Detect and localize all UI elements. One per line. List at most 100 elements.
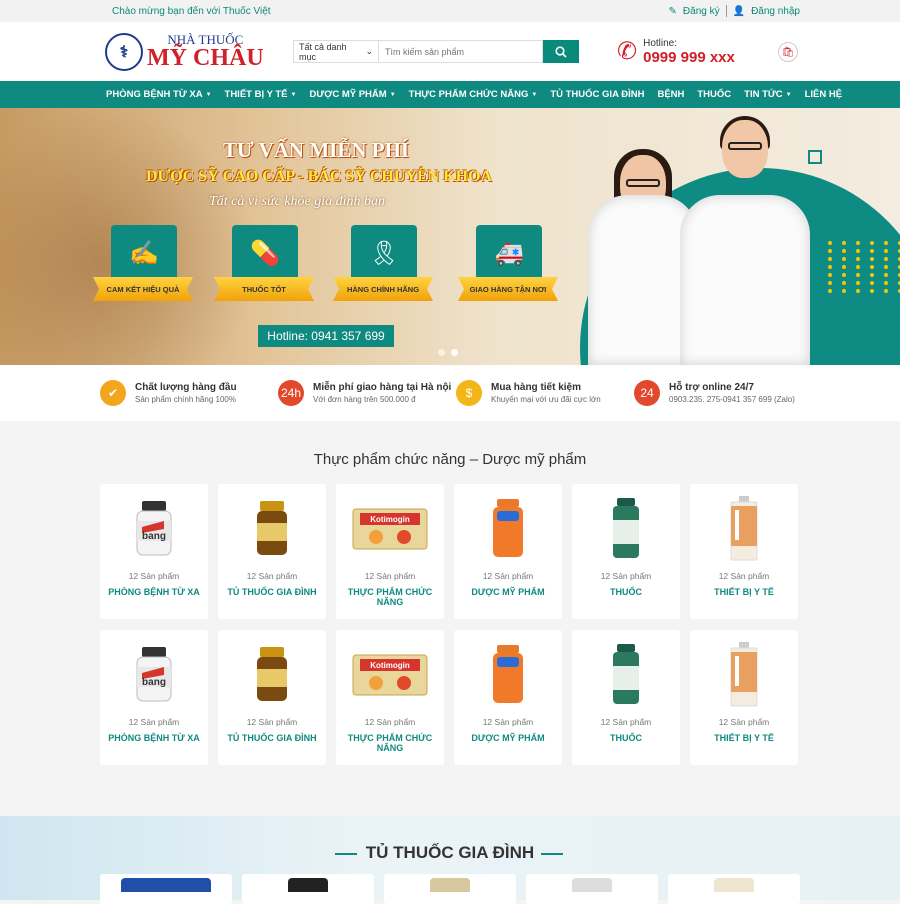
- category-name[interactable]: DƯỢC MỸ PHẨM: [471, 733, 544, 743]
- delivery-24h-icon: 24h: [278, 380, 304, 406]
- pill-icon: 💊: [232, 225, 298, 281]
- nav-item-tu-thuoc[interactable]: TỦ THUỐC GIA ĐÌNH: [550, 89, 644, 100]
- slider-dot[interactable]: [438, 349, 445, 356]
- category-section: Thực phẩm chức năng – Dược mỹ phẩm bang 1…: [0, 421, 900, 765]
- login-link[interactable]: Đăng nhập: [751, 6, 800, 17]
- category-card[interactable]: 12 Sản phẩm DƯỢC MỸ PHẨM: [454, 484, 562, 619]
- category-card[interactable]: 12 Sản phẩm TỦ THUỐC GIA ĐÌNH: [218, 484, 326, 619]
- product-image[interactable]: [454, 636, 562, 714]
- product-image[interactable]: Kotimogin: [336, 490, 444, 568]
- dot-grid-decoration: [828, 241, 900, 293]
- product-image[interactable]: [690, 636, 798, 714]
- logo-line2: MỸ CHÂU: [147, 45, 264, 71]
- section-title: Thực phẩm chức năng – Dược mỹ phẩm: [313, 451, 587, 468]
- category-card[interactable]: Kotimogin 12 Sản phẩm THỰC PHẨM CHỨC NĂNG: [336, 484, 444, 619]
- nav-item-duoc-my-pham[interactable]: DƯỢC MỸ PHẨM ▼: [309, 89, 395, 100]
- main-nav: PHÒNG BỆNH TỪ XA ▼ THIẾT BỊ Y TẾ ▼ DƯỢC MỸ…: [0, 81, 900, 108]
- slider-dots: [438, 349, 458, 356]
- header-hotline: ✆ Hotline: 0999 999 xxx: [617, 37, 735, 66]
- product-count: 12 Sản phẩm: [718, 717, 770, 727]
- slider-dot-active[interactable]: [451, 349, 458, 356]
- product-count: 12 Sản phẩm: [128, 571, 180, 581]
- money-icon: $: [456, 380, 482, 406]
- divider: [725, 5, 727, 17]
- caret-down-icon: ▼: [205, 91, 212, 98]
- benefit-item: $ Mua hàng tiết kiệm Khuyến mại với ưu đã…: [456, 380, 634, 406]
- category-select[interactable]: Tất cả danh mục ⌄: [293, 40, 379, 63]
- product-image[interactable]: [572, 636, 680, 714]
- square-decoration: [808, 150, 822, 164]
- product-label-text: bang: [142, 677, 166, 688]
- product-count: 12 Sản phẩm: [364, 717, 416, 727]
- shield-icon: ✔: [100, 380, 126, 406]
- product-image[interactable]: bang: [100, 636, 208, 714]
- nav-item-thuc-pham[interactable]: THỰC PHẨM CHỨC NĂNG ▼: [409, 89, 538, 100]
- hotline-number[interactable]: 0999 999 xxx: [643, 49, 735, 66]
- male-doctor-image: [680, 116, 810, 365]
- product-image[interactable]: [454, 490, 562, 568]
- category-card[interactable]: 12 Sản phẩm THIẾT BỊ Y TẾ: [690, 630, 798, 765]
- nav-item-benh[interactable]: BỆNH: [657, 89, 684, 100]
- category-name[interactable]: TỦ THUỐC GIA ĐÌNH: [227, 733, 316, 743]
- nav-item-thiet-bi[interactable]: THIẾT BỊ Y TẾ ▼: [225, 89, 297, 100]
- product-count: 12 Sản phẩm: [482, 717, 534, 727]
- nav-item-phong-benh[interactable]: PHÒNG BỆNH TỪ XA ▼: [106, 89, 212, 100]
- category-name[interactable]: PHÒNG BỆNH TỪ XA: [108, 733, 199, 743]
- family-medicine-section: TỦ THUỐC GIA ĐÌNH: [0, 816, 900, 904]
- category-card[interactable]: 12 Sản phẩm THIẾT BỊ Y TẾ: [690, 484, 798, 619]
- hero-banner[interactable]: TƯ VẤN MIỄN PHÍ DƯỢC SỸ CAO CẤP - BÁC SỸ…: [0, 108, 900, 365]
- search-input[interactable]: [379, 40, 543, 63]
- category-card[interactable]: 12 Sản phẩm TỦ THUỐC GIA ĐÌNH: [218, 630, 326, 765]
- nav-item-tin-tuc[interactable]: TIN TỨC ▼: [744, 89, 791, 100]
- hotline-label: Hotline:: [643, 37, 678, 49]
- product-image[interactable]: bang: [100, 490, 208, 568]
- search-icon: [555, 45, 567, 58]
- category-card[interactable]: 12 Sản phẩm THUỐC: [572, 630, 680, 765]
- logo[interactable]: ⚕ NHÀ THUỐC MỸ CHÂU: [105, 32, 275, 71]
- banner-hotline[interactable]: Hotline: 0941 357 699: [258, 325, 394, 347]
- category-name[interactable]: THỰC PHẨM CHỨC NĂNG: [336, 587, 444, 607]
- category-card[interactable]: bang 12 Sản phẩm PHÒNG BỆNH TỪ XA: [100, 484, 208, 619]
- chevron-down-icon: ⌄: [365, 46, 373, 56]
- phone-24-icon: 24: [634, 380, 660, 406]
- product-image[interactable]: [572, 490, 680, 568]
- product-label-text: Kotimogin: [370, 661, 410, 670]
- product-count: 12 Sản phẩm: [246, 571, 298, 581]
- category-name[interactable]: THUỐC: [610, 733, 642, 743]
- category-name[interactable]: THIẾT BỊ Y TẾ: [714, 733, 774, 743]
- ambulance-icon: 🚑: [476, 225, 542, 281]
- product-count: 12 Sản phẩm: [600, 717, 652, 727]
- category-card[interactable]: bang 12 Sản phẩm PHÒNG BỆNH TỪ XA: [100, 630, 208, 765]
- product-image[interactable]: [218, 636, 326, 714]
- category-card[interactable]: 12 Sản phẩm THUỐC: [572, 484, 680, 619]
- pharmacy-emblem-icon: ⚕: [105, 32, 143, 71]
- product-image[interactable]: [218, 490, 326, 568]
- product-image[interactable]: [690, 490, 798, 568]
- category-name[interactable]: TỦ THUỐC GIA ĐÌNH: [227, 587, 316, 597]
- product-image[interactable]: Kotimogin: [336, 636, 444, 714]
- category-name[interactable]: THỰC PHẨM CHỨC NĂNG: [336, 733, 444, 753]
- nav-item-thuoc[interactable]: THUỐC: [697, 89, 731, 100]
- benefit-item: 24h Miễn phí giao hàng tại Hà nội Với đơn…: [278, 380, 456, 406]
- category-name[interactable]: PHÒNG BỆNH TỪ XA: [108, 587, 199, 597]
- document-pen-icon: ✍: [111, 225, 177, 281]
- feature-delivery: 🚑 GIAO HÀNG TẬN NƠI: [458, 225, 558, 315]
- category-name[interactable]: DƯỢC MỸ PHẨM: [471, 587, 544, 597]
- banner-slogan: Tất cả vì sức khỏe gia đình bạn: [209, 194, 385, 209]
- ribbon-icon: 🎗: [351, 225, 417, 281]
- product-label-text: bang: [142, 531, 166, 542]
- section-title: TỦ THUỐC GIA ĐÌNH: [365, 843, 535, 862]
- category-card[interactable]: 12 Sản phẩm DƯỢC MỸ PHẨM: [454, 630, 562, 765]
- category-card[interactable]: Kotimogin 12 Sản phẩm THỰC PHẨM CHỨC NĂNG: [336, 630, 444, 765]
- category-grid: bang 12 Sản phẩm PHÒNG BỆNH TỪ XA 12 Sản ph…: [0, 630, 900, 765]
- register-link[interactable]: Đăng ký: [683, 6, 720, 17]
- phone-icon: ✆: [617, 38, 638, 65]
- benefit-item: 24 Hỗ trợ online 24/7 0903.235. 275-0941 …: [634, 380, 812, 406]
- category-name[interactable]: THIẾT BỊ Y TẾ: [714, 587, 774, 597]
- cart-icon[interactable]: 🛍: [778, 42, 798, 62]
- search-button[interactable]: [543, 40, 579, 63]
- nav-item-lien-he[interactable]: LIÊN HỆ: [805, 89, 842, 100]
- top-bar: Chào mừng bạn đến với Thuốc Việt ✎ Đăng …: [0, 0, 900, 22]
- category-name[interactable]: THUỐC: [610, 587, 642, 597]
- welcome-text: Chào mừng bạn đến với Thuốc Việt: [112, 5, 271, 17]
